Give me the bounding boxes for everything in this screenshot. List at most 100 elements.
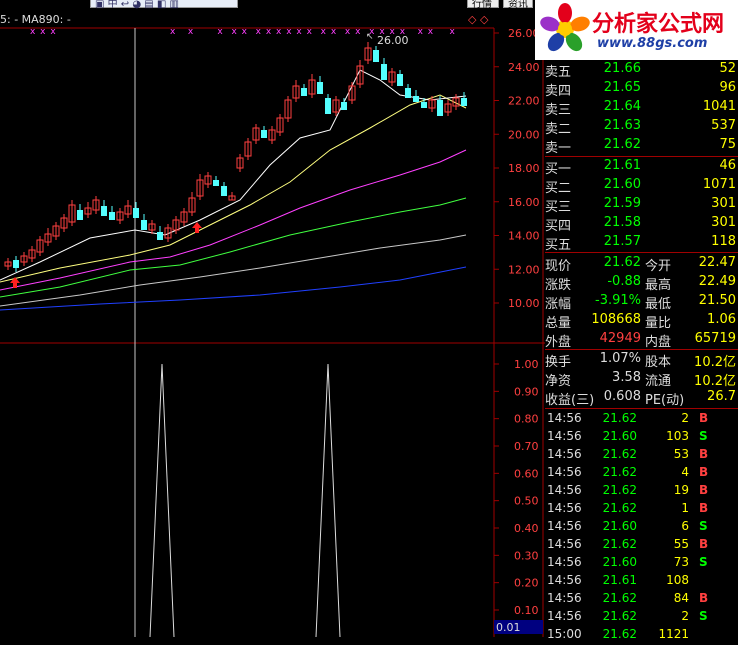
stat-value: 21.62 bbox=[603, 255, 641, 270]
tick-volume: 19 bbox=[673, 483, 689, 497]
candle-body-down bbox=[301, 88, 307, 96]
indicator-tick-label: 0.30 bbox=[514, 549, 539, 562]
tick-row[interactable]: 14:56 21.62 84 B bbox=[545, 591, 738, 609]
tick-volume: 84 bbox=[673, 591, 689, 605]
bid-stat-divider bbox=[545, 252, 738, 253]
tick-row[interactable]: 14:56 21.62 2 S bbox=[545, 609, 738, 627]
indicator-tick-label: 0.60 bbox=[514, 467, 539, 480]
tick-row[interactable]: 14:56 21.60 103 S bbox=[545, 429, 738, 447]
stat-value-2: 26.7 bbox=[707, 389, 736, 404]
tick-row[interactable]: 14:56 21.62 4 B bbox=[545, 465, 738, 483]
tab-hq[interactable]: 行情 bbox=[467, 0, 499, 10]
price-tick-label: 16.00 bbox=[508, 196, 540, 209]
tick-time: 14:56 bbox=[547, 519, 582, 533]
tick-side: S bbox=[699, 555, 708, 569]
bid-row: 买一 21.61 46 bbox=[545, 158, 738, 177]
stat-value: 3.58 bbox=[612, 370, 641, 385]
candle-body-down bbox=[405, 88, 411, 98]
bid-row: 买二 21.60 1071 bbox=[545, 177, 738, 196]
stat-row: 收益(三) 0.608 PE(动) 26.7 bbox=[545, 389, 738, 408]
bid-price: 21.57 bbox=[603, 234, 641, 249]
price-tick-label: 12.00 bbox=[508, 263, 540, 276]
bid-price: 21.59 bbox=[603, 196, 641, 211]
candle-body-down bbox=[373, 50, 379, 62]
indicator-spike bbox=[315, 363, 341, 638]
stat-label-2: 最低 bbox=[645, 297, 672, 312]
ma-line bbox=[0, 69, 467, 281]
price-tick-label: 10.00 bbox=[508, 297, 540, 310]
stat-divider bbox=[545, 349, 738, 350]
tick-time: 14:56 bbox=[547, 591, 582, 605]
tick-row[interactable]: 14:56 21.61 108 bbox=[545, 573, 738, 591]
diamond-icons[interactable]: ◇ ◇ bbox=[468, 13, 488, 26]
tick-time: 14:56 bbox=[547, 483, 582, 497]
price-tick-label: 24.00 bbox=[508, 61, 540, 74]
stat-label-2: 流通 bbox=[645, 374, 672, 389]
candle-body-down bbox=[221, 186, 227, 196]
tick-row[interactable]: 14:56 21.62 2 B bbox=[545, 411, 738, 429]
tick-side: B bbox=[699, 483, 709, 497]
candle-body-down bbox=[421, 102, 427, 108]
stat-value: -0.88 bbox=[607, 274, 641, 289]
tick-side: B bbox=[699, 537, 709, 551]
toolbar-icons[interactable]: ▣ 中 ↩ ◕ ▤ ◧ ▥ bbox=[95, 0, 179, 10]
tick-volume: 103 bbox=[666, 429, 689, 443]
stat-value-2: 21.50 bbox=[698, 293, 736, 308]
tick-row[interactable]: 14:56 21.60 6 S bbox=[545, 519, 738, 537]
tick-side: B bbox=[699, 501, 709, 515]
stat-value: 108668 bbox=[591, 312, 641, 327]
tick-side: B bbox=[699, 465, 709, 479]
ask-row: 卖四 21.65 96 bbox=[545, 80, 738, 99]
candle-body-down bbox=[101, 206, 107, 216]
candlesticks bbox=[4, 42, 467, 272]
stat-label-2: 内盘 bbox=[645, 335, 672, 350]
candle-body-down bbox=[381, 64, 387, 80]
candle-body-down bbox=[437, 100, 443, 116]
bid-volume: 118 bbox=[711, 234, 736, 249]
stat-value: 0.608 bbox=[603, 389, 641, 404]
kline-chart-area[interactable]: 26.00 24.00 22.00 20.00 18.00 16.00 14.00 12.00… bbox=[0, 0, 545, 638]
bid-volume: 46 bbox=[719, 158, 736, 173]
toolbar-strip[interactable]: ▣ 中 ↩ ◕ ▤ ◧ ▥ bbox=[90, 0, 238, 10]
bid-volume: 1071 bbox=[702, 177, 736, 192]
stat-value-2: 65719 bbox=[694, 331, 736, 346]
logo-title: 分析家公式网 bbox=[592, 12, 725, 37]
bid-price: 21.61 bbox=[603, 158, 641, 173]
tick-time: 14:56 bbox=[547, 447, 582, 461]
ask-row: 卖一 21.62 75 bbox=[545, 137, 738, 156]
tick-divider bbox=[545, 408, 738, 409]
tick-row[interactable]: 14:56 21.62 53 B bbox=[545, 447, 738, 465]
stat-row: 总量 108668 量比 1.06 bbox=[545, 312, 738, 331]
indicator-tick-label: 1.00 bbox=[514, 358, 539, 371]
ma-line bbox=[0, 94, 467, 283]
tick-row[interactable]: 14:56 21.62 1 B bbox=[545, 501, 738, 519]
tick-row[interactable]: 14:56 21.60 73 S bbox=[545, 555, 738, 573]
stat-value: 1.07% bbox=[599, 351, 641, 366]
tab-news[interactable]: 资讯 bbox=[503, 0, 533, 10]
tick-price: 21.62 bbox=[602, 627, 637, 641]
price-axis: 26.0024.0022.0020.0018.0016.0014.0012.00… bbox=[494, 27, 540, 310]
ma-line bbox=[0, 149, 467, 291]
tick-row[interactable]: 14:56 21.62 55 B bbox=[545, 537, 738, 555]
tick-price: 21.62 bbox=[602, 465, 637, 479]
kline-svg[interactable]: 26.0024.0022.0020.0018.0016.0014.0012.00… bbox=[0, 0, 545, 638]
bid-row: 买三 21.59 301 bbox=[545, 196, 738, 215]
tick-time: 14:56 bbox=[547, 465, 582, 479]
candle-body-down bbox=[157, 232, 163, 240]
tick-volume: 2 bbox=[681, 609, 689, 623]
stat-row: 涨幅 -3.91% 最低 21.50 bbox=[545, 293, 738, 312]
price-tick-label: 20.00 bbox=[508, 128, 540, 141]
bid-volume: 301 bbox=[711, 196, 736, 211]
price-tick-label: 14.00 bbox=[508, 230, 540, 243]
site-logo[interactable]: 分析家公式网 www.88gs.com bbox=[535, 0, 738, 60]
stat-value: -3.91% bbox=[595, 293, 641, 308]
ask-volume: 52 bbox=[719, 61, 736, 76]
tick-row[interactable]: 14:56 21.62 19 B bbox=[545, 483, 738, 501]
bid-price: 21.60 bbox=[603, 177, 641, 192]
tick-price: 21.62 bbox=[602, 609, 637, 623]
stat-value-2: 22.47 bbox=[698, 255, 736, 270]
tick-price: 21.62 bbox=[602, 537, 637, 551]
bid-price: 21.58 bbox=[603, 215, 641, 230]
tick-time: 14:56 bbox=[547, 537, 582, 551]
tick-row[interactable]: 15:00 21.62 1121 bbox=[545, 627, 738, 645]
